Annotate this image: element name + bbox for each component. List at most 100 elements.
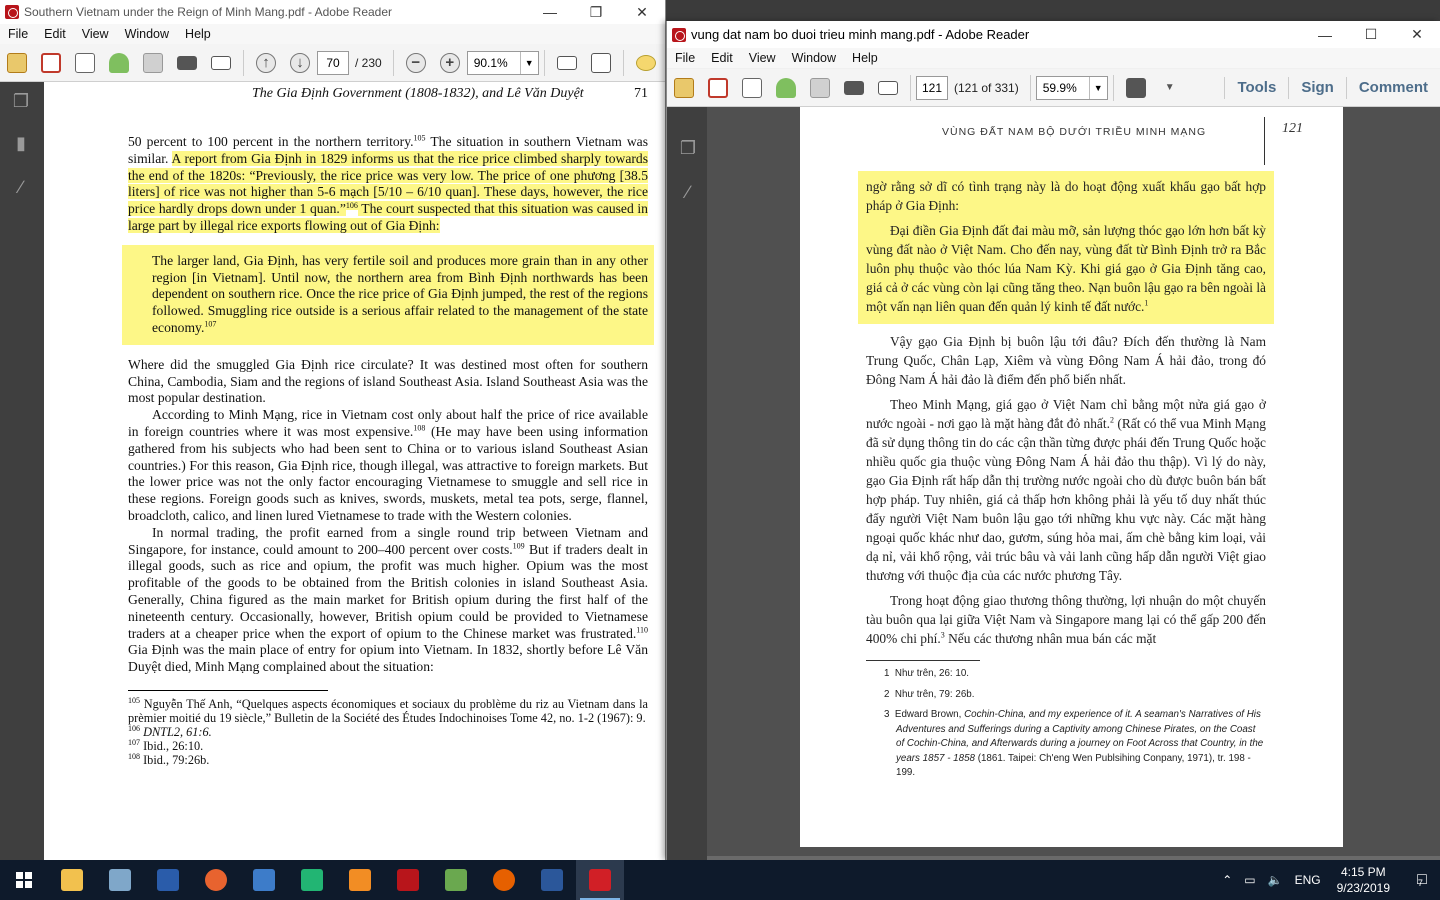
menu-window[interactable]: Window [117,27,177,41]
volume-icon[interactable]: 🔈 [1262,873,1289,887]
quote-text: Đại điền Gia Định đất đai màu mỡ, sản lư… [866,223,1266,314]
fit-width-icon[interactable] [552,48,582,78]
zoom-out-icon[interactable]: − [401,48,431,78]
zoom-select[interactable]: 90.1% ▼ [466,50,539,75]
paragraph: 50 percent to 100 percent in the norther… [128,134,648,235]
edit-pdf-icon[interactable] [70,48,100,78]
chevron-down-icon[interactable]: ▼ [519,51,538,74]
menu-edit[interactable]: Edit [703,51,741,65]
menu-view[interactable]: View [74,27,117,41]
print-icon[interactable] [172,48,202,78]
taskbar-sublime[interactable] [336,860,384,900]
create-pdf-icon[interactable] [2,48,32,78]
taskbar-app-5[interactable] [240,860,288,900]
footnote-number: 2 [884,688,890,700]
network-icon[interactable]: ▭ [1238,873,1261,887]
close-button[interactable]: ✕ [1394,21,1440,48]
clock[interactable]: 4:15 PM 9/23/2019 [1327,864,1400,896]
close-button[interactable]: ✕ [619,0,665,24]
create-pdf-icon[interactable] [669,73,699,103]
window-title: Southern Vietnam under the Reign of Minh… [24,5,393,19]
minimize-button[interactable]: — [1302,21,1348,48]
document-area[interactable]: VÙNG ĐẤT NAM BỘ DƯỚI TRIỀU MINH MẠNG 121… [707,107,1440,860]
page-number-input[interactable]: 121 [916,75,948,100]
taskbar: ⌃ ▭ 🔈 ENG 4:15 PM 9/23/2019 □ 7 [0,860,1440,900]
toolbar-overflow-icon[interactable]: ▼ [1155,73,1185,103]
taskbar-word[interactable] [528,860,576,900]
navigation-pane: ❐ ▮ ∕ [0,82,44,860]
email-icon[interactable] [206,48,236,78]
minimize-button[interactable]: — [527,0,573,24]
email-icon[interactable] [873,73,903,103]
language-indicator[interactable]: ENG [1289,873,1327,887]
menu-help[interactable]: Help [177,27,219,41]
system-tray: ⌃ ▭ 🔈 ENG 4:15 PM 9/23/2019 □ 7 [1216,860,1440,900]
attachments-icon[interactable]: ∕ [677,181,699,203]
toolbar: 121 (121 of 331) 59.9% ▼ ▼ Tools Sign Co… [667,69,1440,107]
taskbar-adobe-reader[interactable] [576,860,624,900]
menu-file[interactable]: File [667,51,703,65]
footnote-rule [128,689,328,691]
text: (Rất có thể vua Minh Mạng đã sử dụng thô… [866,416,1266,583]
attachments-icon[interactable]: ∕ [10,176,32,198]
page-thumbnails-icon[interactable]: ❐ [677,137,699,159]
taskbar-powershell[interactable] [144,860,192,900]
menu-file[interactable]: File [0,27,36,41]
footnote: 106 DNTL2, 61:6. [128,724,648,739]
reader-window-right: vung dat nam bo duoi trieu minh mang.pdf… [666,21,1440,860]
tools-link[interactable]: Tools [1224,76,1288,99]
restore-button[interactable]: ❐ [573,0,619,24]
print-icon[interactable] [839,73,869,103]
running-header: VÙNG ĐẤT NAM BỘ DƯỚI TRIỀU MINH MẠNG [942,126,1207,138]
upload-icon[interactable] [104,48,134,78]
maximize-button[interactable]: ☐ [1348,21,1394,48]
menu-view[interactable]: View [741,51,784,65]
pdf-page: VÙNG ĐẤT NAM BỘ DƯỚI TRIỀU MINH MẠNG 121… [800,107,1343,847]
upload-icon[interactable] [771,73,801,103]
footnote-number: 105 [128,695,140,705]
footnote-text: Như trên, 26: 10. [894,668,969,679]
export-pdf-icon[interactable] [36,48,66,78]
sign-link[interactable]: Sign [1288,76,1346,99]
firefox-icon [493,869,515,891]
save-icon[interactable] [805,73,835,103]
taskbar-app-4[interactable] [192,860,240,900]
app-icon [445,869,467,891]
taskbar-app-2[interactable] [96,860,144,900]
edit-pdf-icon[interactable] [737,73,767,103]
comment-icon[interactable] [631,48,661,78]
page-thumbnails-icon[interactable]: ❐ [10,90,32,112]
menu-edit[interactable]: Edit [36,27,74,41]
menu-help[interactable]: Help [844,51,886,65]
footnote-number: 1 [884,668,890,679]
footnote-number: 107 [128,737,140,747]
taskbar-file-explorer[interactable] [48,860,96,900]
footnote-number: 108 [128,751,140,761]
export-pdf-icon[interactable] [703,73,733,103]
page-number-input[interactable]: 70 [317,50,349,75]
previous-page-icon[interactable]: ↑ [251,48,281,78]
taskbar-pycharm[interactable] [288,860,336,900]
save-icon[interactable] [138,48,168,78]
acrobat-icon [672,27,686,42]
comment-link[interactable]: Comment [1345,76,1440,99]
taskbar-firefox[interactable] [480,860,528,900]
action-center-icon[interactable]: □ 7 [1400,871,1440,889]
document-area[interactable]: The Gia Định Government (1808-1832), and… [44,82,665,860]
zoom-in-icon[interactable]: + [435,48,465,78]
title-bar: Southern Vietnam under the Reign of Minh… [0,0,665,24]
app-icon [253,869,275,891]
chevron-down-icon[interactable]: ▼ [1088,76,1107,99]
read-mode-icon[interactable] [1121,73,1151,103]
menu-window[interactable]: Window [784,51,844,65]
zoom-select[interactable]: 59.9% ▼ [1035,75,1108,100]
menu-bar: File Edit View Window Help [667,48,1440,68]
full-screen-icon[interactable] [586,48,616,78]
show-hidden-icons-icon[interactable]: ⌃ [1216,873,1238,887]
taskbar-acrobat[interactable] [384,860,432,900]
bookmarks-icon[interactable]: ▮ [10,132,32,154]
footnote-ref: 109 [512,541,525,550]
taskbar-app-9[interactable] [432,860,480,900]
start-button[interactable] [0,860,48,900]
next-page-icon[interactable]: ↓ [285,48,315,78]
